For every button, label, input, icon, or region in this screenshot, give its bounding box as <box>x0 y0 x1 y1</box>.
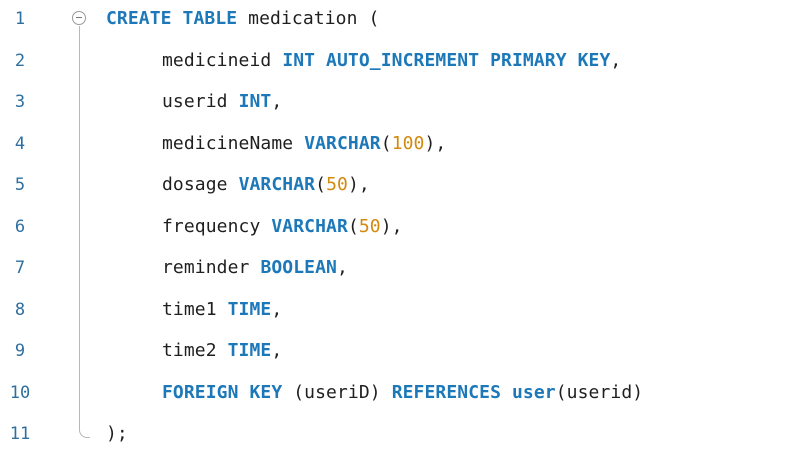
code-token-ident: medicineid <box>162 50 283 71</box>
code-token-number: 50 <box>358 216 381 237</box>
fold-guide-line <box>79 26 80 430</box>
line-number: 1 <box>14 9 26 29</box>
code-token-ident: userid <box>162 91 239 112</box>
line-number: 3 <box>14 92 26 112</box>
sql-code-editor[interactable]: 1 2 3 4 5 6 7 8 9 10 11 CREATE TABLE medication (m… <box>0 0 790 456</box>
code-line[interactable]: userid INT, <box>162 90 282 114</box>
code-token-punct: , <box>271 340 283 361</box>
code-token-keyword: CREATE TABLE <box>106 8 238 29</box>
code-line[interactable]: dosage VARCHAR(50), <box>162 173 370 197</box>
collapse-circle-icon[interactable] <box>72 11 86 25</box>
code-token-number: 100 <box>391 133 425 154</box>
code-token-keyword: INT AUTO_INCREMENT PRIMARY KEY <box>282 50 611 71</box>
code-token-number: 50 <box>326 174 348 195</box>
code-token-keyword: FOREIGN KEY <box>162 382 283 403</box>
code-line[interactable]: medicineid INT AUTO_INCREMENT PRIMARY KE… <box>162 49 621 73</box>
code-token-ident: (useriD) <box>282 382 392 403</box>
code-line[interactable]: ); <box>106 422 128 446</box>
code-line[interactable]: frequency VARCHAR(50), <box>162 215 403 239</box>
code-token-punct: ( <box>315 174 327 195</box>
code-line[interactable]: reminder BOOLEAN, <box>162 256 348 280</box>
code-token-keyword: TIME <box>227 299 272 320</box>
code-token-punct: , <box>271 91 283 112</box>
line-number: 10 <box>9 383 31 403</box>
line-number: 9 <box>14 341 26 361</box>
code-token-ident: medication ( <box>237 8 380 29</box>
code-token-ident <box>501 382 512 403</box>
code-token-ident: (userid) <box>555 382 644 403</box>
code-token-keyword: INT <box>238 91 272 112</box>
code-token-ident: reminder <box>162 257 261 278</box>
code-token-punct: ); <box>106 423 128 444</box>
code-line[interactable]: FOREIGN KEY (useriD) REFERENCES user(use… <box>162 381 643 405</box>
code-line[interactable]: medicineName VARCHAR(100), <box>162 132 446 156</box>
code-token-punct: ), <box>424 133 447 154</box>
fold-end-marker <box>79 429 90 438</box>
code-token-ident: frequency <box>162 216 272 237</box>
code-token-ident: time1 <box>162 299 228 320</box>
code-token-ident: dosage <box>162 174 239 195</box>
line-number: 8 <box>14 300 26 320</box>
code-token-keyword: VARCHAR <box>238 174 316 195</box>
code-token-keyword: user <box>512 382 556 403</box>
code-line[interactable]: time2 TIME, <box>162 339 282 363</box>
code-token-keyword: VARCHAR <box>271 216 348 237</box>
code-token-keyword: VARCHAR <box>304 133 381 154</box>
code-token-punct: , <box>337 257 348 278</box>
line-number: 11 <box>9 424 31 444</box>
code-token-ident: medicineName <box>162 133 305 154</box>
code-token-ident: time2 <box>162 340 228 361</box>
code-token-punct: ), <box>347 174 370 195</box>
code-token-punct: , <box>271 299 283 320</box>
line-number: 4 <box>14 134 26 154</box>
code-token-punct: , <box>610 50 622 71</box>
code-token-punct: ), <box>380 216 403 237</box>
line-number: 2 <box>14 51 26 71</box>
code-line[interactable]: time1 TIME, <box>162 298 282 322</box>
code-line[interactable]: CREATE TABLE medication ( <box>106 7 379 31</box>
line-number: 5 <box>14 175 26 195</box>
code-token-keyword: TIME <box>227 340 272 361</box>
code-token-punct: ( <box>347 216 359 237</box>
code-token-keyword: REFERENCES <box>391 382 502 403</box>
code-token-punct: ( <box>380 133 392 154</box>
line-number: 6 <box>14 217 26 237</box>
code-token-keyword: BOOLEAN <box>260 257 337 278</box>
line-number: 7 <box>14 258 26 278</box>
